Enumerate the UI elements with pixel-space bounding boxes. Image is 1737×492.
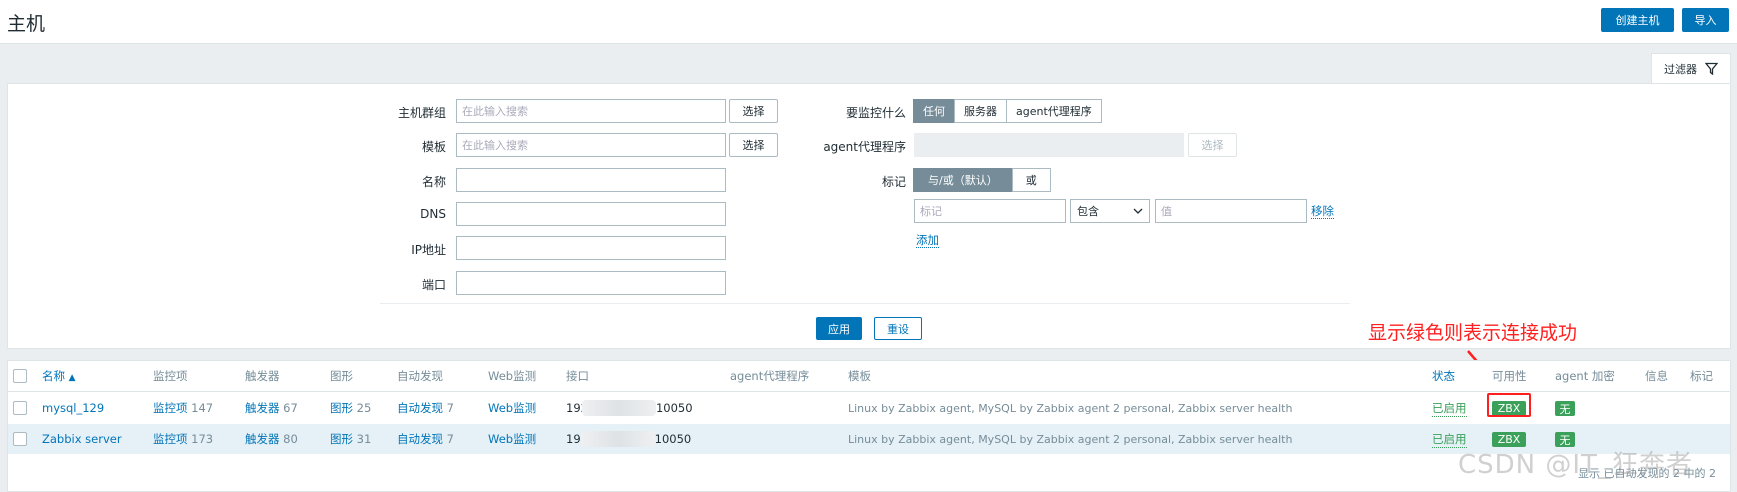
filter-divider — [380, 303, 1350, 304]
monitored-by-label: 要监控什么 — [845, 106, 906, 120]
tags-eval-segment: 与/或（默认） 或 — [913, 168, 1051, 192]
items-link[interactable]: 监控项 — [153, 400, 188, 416]
table-row: mysql_129 监控项 147 触发器 67 图形 25 自动发现 7 We… — [8, 393, 1730, 423]
col-proxy-header: agent代理程序 — [730, 369, 810, 383]
proxy-label: agent代理程序 — [823, 140, 906, 154]
col-encryption-header: agent 加密 — [1555, 369, 1615, 383]
filter-tab-label: 过滤器 — [1664, 62, 1697, 76]
col-discovery-header: 自动发现 — [397, 369, 443, 383]
col-graphs-header: 图形 — [330, 369, 353, 383]
web-link[interactable]: Web监测 — [488, 393, 536, 423]
tags-or[interactable]: 或 — [1011, 168, 1051, 192]
host-group-select-button[interactable]: 选择 — [729, 99, 778, 123]
items-count: 147 — [191, 401, 214, 415]
discovery-link[interactable]: 自动发现 — [397, 400, 443, 416]
template-input[interactable]: 在此输入搜索 — [456, 133, 726, 157]
tag-operator-select[interactable]: 包含 — [1070, 199, 1150, 223]
port-input[interactable] — [456, 271, 726, 295]
template-label: 模板 — [421, 140, 446, 154]
col-items-header: 监控项 — [153, 369, 188, 383]
port-label: 端口 — [421, 278, 446, 292]
discovery-count: 7 — [446, 432, 454, 446]
sort-asc-icon: ▲ — [68, 373, 76, 383]
col-templates-header: 模板 — [848, 369, 871, 383]
items-link[interactable]: 监控项 — [153, 431, 188, 447]
host-name-link[interactable]: mysql_129 — [42, 393, 104, 423]
name-input[interactable] — [456, 168, 726, 192]
highlight-box — [1487, 393, 1531, 417]
tag-value-input[interactable]: 值 — [1155, 199, 1307, 223]
dns-input[interactable] — [456, 202, 726, 226]
col-status-header[interactable]: 状态 — [1432, 368, 1455, 384]
reset-button[interactable]: 重设 — [874, 317, 922, 340]
monitored-by-server[interactable]: 服务器 — [954, 99, 1007, 123]
chevron-down-icon — [1133, 208, 1143, 214]
col-info-header: 信息 — [1645, 369, 1668, 383]
discovery-link[interactable]: 自动发现 — [397, 431, 443, 447]
tag-remove-link-text: 移除 — [1311, 204, 1334, 219]
graphs-link[interactable]: 图形 — [330, 431, 353, 447]
tag-operator-value: 包含 — [1077, 205, 1099, 218]
col-name-header[interactable]: 名称 ▲ — [42, 368, 76, 384]
interface-port: 10050 — [655, 401, 693, 415]
name-label: 名称 — [421, 175, 446, 189]
host-name-link[interactable]: Zabbix server — [42, 424, 122, 454]
monitored-by-segment: 任何 服务器 agent代理程序 — [913, 99, 1102, 123]
col-interface-header: 接口 — [566, 369, 589, 383]
encryption-badge: 无 — [1555, 401, 1575, 416]
host-group-label: 主机群组 — [397, 106, 446, 120]
tag-remove-link[interactable]: 移除 — [1311, 203, 1334, 219]
triggers-count: 80 — [283, 432, 298, 446]
tag-add-link-text: 添加 — [916, 233, 939, 248]
page-title: 主机 — [7, 13, 46, 35]
triggers-count: 67 — [283, 401, 298, 415]
proxy-input — [914, 133, 1184, 157]
proxy-select-button: 选择 — [1188, 133, 1237, 157]
col-triggers-header: 触发器 — [245, 369, 280, 383]
dns-label: DNS — [420, 207, 446, 221]
blurred-ip — [581, 400, 656, 416]
ip-input[interactable] — [456, 236, 726, 260]
page-header — [0, 0, 1737, 44]
annotation-text: 显示绿色则表示连接成功 — [1368, 322, 1578, 344]
create-host-button[interactable]: 创建主机 — [1601, 8, 1674, 32]
ip-label: IP地址 — [411, 243, 446, 257]
graphs-count: 31 — [356, 432, 372, 446]
templates-list[interactable]: Linux by Zabbix agent, MySQL by Zabbix a… — [848, 424, 1292, 454]
tag-add-link[interactable]: 添加 — [916, 232, 939, 248]
template-select-button[interactable]: 选择 — [729, 133, 778, 157]
filter-panel — [7, 83, 1731, 349]
web-link[interactable]: Web监测 — [488, 424, 536, 454]
graphs-link[interactable]: 图形 — [330, 400, 353, 416]
status-enabled-link[interactable]: 已启用 — [1432, 400, 1467, 417]
import-button[interactable]: 导入 — [1682, 8, 1729, 32]
host-group-input[interactable]: 在此输入搜索 — [456, 99, 726, 123]
blurred-ip — [580, 431, 655, 447]
tags-and-or[interactable]: 与/或（默认） — [913, 168, 1013, 192]
triggers-link[interactable]: 触发器 — [245, 431, 280, 447]
tag-name-input[interactable]: 标记 — [914, 199, 1066, 223]
apply-button[interactable]: 应用 — [816, 317, 862, 340]
col-availability-header: 可用性 — [1492, 369, 1527, 383]
interface-prefix: 19 — [566, 432, 581, 446]
filter-tab[interactable]: 过滤器 — [1651, 53, 1731, 83]
items-count: 173 — [191, 432, 214, 446]
col-web-header: Web监测 — [488, 369, 537, 383]
triggers-link[interactable]: 触发器 — [245, 400, 280, 416]
templates-list[interactable]: Linux by Zabbix agent, MySQL by Zabbix a… — [848, 393, 1292, 423]
monitored-by-proxy[interactable]: agent代理程序 — [1006, 99, 1102, 123]
graphs-count: 25 — [356, 401, 372, 415]
row-checkbox[interactable] — [13, 401, 27, 415]
funnel-icon — [1705, 62, 1718, 75]
tags-label: 标记 — [881, 175, 906, 189]
interface-port: 10050 — [654, 432, 692, 446]
col-name-header-text: 名称 — [42, 369, 65, 383]
col-tags-header: 标记 — [1690, 369, 1713, 383]
csdn-watermark: CSDN @IT_狂奔者 — [1458, 450, 1693, 480]
header-divider — [8, 391, 1730, 392]
row-checkbox[interactable] — [13, 432, 27, 446]
discovery-count: 7 — [446, 401, 454, 415]
monitored-by-any[interactable]: 任何 — [913, 99, 955, 123]
select-all-checkbox[interactable] — [13, 369, 27, 383]
